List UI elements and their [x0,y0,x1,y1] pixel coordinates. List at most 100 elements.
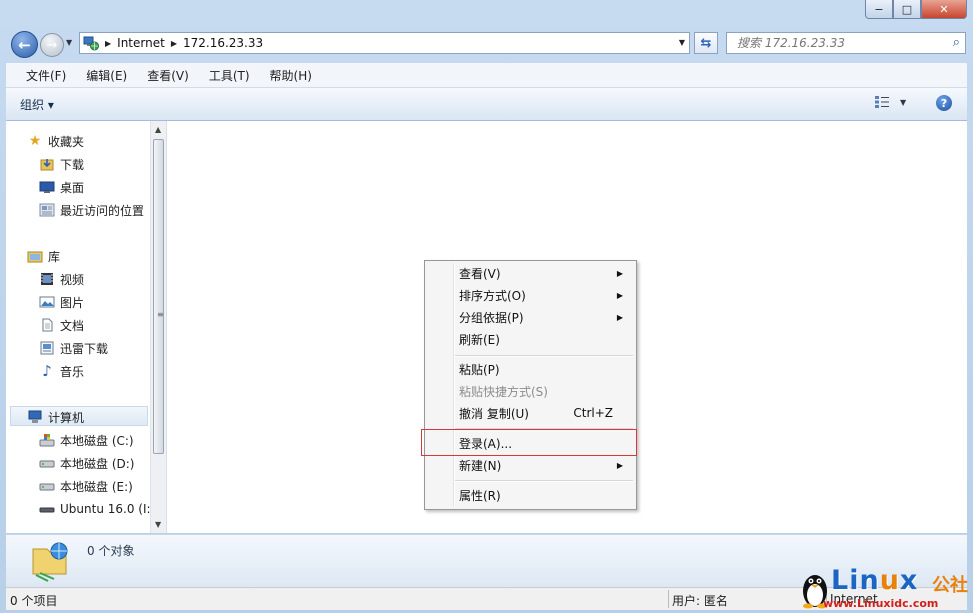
sidebar-item-label: 本地磁盘 (C:) [60,433,134,448]
sidebar-item-label: 迅雷下载 [60,341,109,356]
refresh-button[interactable]: ⇆ [694,32,718,54]
libraries-icon [27,248,43,264]
sidebar-item-recent-places[interactable]: 最近访问的位置 [39,200,144,220]
sidebar-group-favorites[interactable]: ★ 收藏夹 [27,131,84,151]
search-box[interactable]: ⌕ [726,32,966,54]
submenu-arrow-icon: ▶ [616,460,623,470]
sidebar-group-libraries[interactable]: 库 [27,246,60,266]
downloads-folder-icon [39,156,55,172]
organize-button[interactable]: 组织 ▾ [20,96,54,113]
sidebar-item-downloads[interactable]: 下载 [39,154,84,174]
hard-drive-icon [39,455,55,471]
menu-item-paste[interactable]: 粘贴(P) [459,359,631,379]
menu-tools[interactable]: 工具(T) [203,67,256,84]
menu-item-paste-shortcut: 粘贴快捷方式(S) [459,381,631,401]
pictures-icon [39,294,55,310]
navigation-bar: ← → ▼ ▶ Internet ▶ 172.16.23.33 ▼ ⇆ ⌕ [0,28,973,60]
menu-item-new[interactable]: 新建(N) ▶ [459,455,631,475]
forward-button[interactable]: → [40,33,64,57]
maximize-button[interactable]: □ [893,0,921,19]
menu-edit[interactable]: 编辑(E) [80,67,133,84]
sidebar-item-thunder-downloads[interactable]: 迅雷下载 [39,338,108,358]
sidebar-item-label: 本地磁盘 (D:) [60,456,135,471]
menu-item-label: 粘贴(P) [459,362,500,377]
address-dropdown-icon[interactable]: ▼ [679,38,685,47]
menu-item-label: 撤消 复制(U) [459,406,529,421]
view-options-icon[interactable] [874,95,890,109]
menu-gutter [453,263,455,507]
address-bar[interactable]: ▶ Internet ▶ 172.16.23.33 ▼ [79,32,690,54]
grip-icon: ≡ [157,310,164,319]
sidebar-item-label: 桌面 [60,180,85,195]
menu-item-refresh[interactable]: 刷新(E) [459,329,631,349]
menu-item-sort-by[interactable]: 排序方式(O) ▶ [459,285,631,305]
watermark-url: www.Linuxidc.com [823,597,939,610]
navigation-pane: ★ 收藏夹 下载 桌面 最近访问的位置 库 视频 图片 文档 迅雷下载 ♪ 音乐… [6,121,167,533]
sidebar-group-computer[interactable]: 计算机 [27,407,84,427]
sidebar-item-label: 音乐 [60,364,85,379]
menu-bar: 文件(F) 编辑(E) 查看(V) 工具(T) 帮助(H) [6,63,967,88]
scrollbar-thumb[interactable]: ≡ [153,139,164,454]
minimize-button[interactable]: − [865,0,893,19]
menu-item-group-by[interactable]: 分组依据(P) ▶ [459,307,631,327]
login-highlight-box [421,429,637,456]
back-button[interactable]: ← [11,31,38,58]
removable-drive-icon [39,501,55,517]
menu-item-label: 查看(V) [459,266,501,281]
menu-item-label: 刷新(E) [459,332,500,347]
scroll-down-icon[interactable]: ▼ [155,520,161,529]
recent-pages-dropdown-icon[interactable]: ▼ [66,38,72,47]
sidebar-item-desktop[interactable]: 桌面 [39,177,84,197]
breadcrumb-internet[interactable]: Internet [117,36,165,50]
menu-item-undo-copy[interactable]: 撤消 复制(U) Ctrl+Z [459,403,631,423]
sidebar-item-documents[interactable]: 文档 [39,315,84,335]
sidebar-item-drive-e[interactable]: 本地磁盘 (E:) [39,476,133,496]
breadcrumb-separator-icon[interactable]: ▶ [171,39,177,48]
caption-buttons: − □ ✕ [865,0,967,19]
view-dropdown-icon[interactable]: ▼ [900,98,906,107]
submenu-arrow-icon: ▶ [616,312,623,322]
menu-item-label: 排序方式(O) [459,288,526,303]
submenu-arrow-icon: ▶ [616,290,623,300]
status-divider [668,590,669,608]
search-input[interactable] [735,35,947,51]
menu-item-view[interactable]: 查看(V) ▶ [459,263,631,283]
status-item-count: 0 个项目 [10,594,58,608]
close-button[interactable]: ✕ [921,0,967,19]
sidebar-item-drive-c[interactable]: 本地磁盘 (C:) [39,430,134,450]
sidebar-item-label: 最近访问的位置 [60,203,145,218]
help-button[interactable]: ? [936,95,952,111]
sidebar-item-label: Ubuntu 16.0 (I:) [60,502,156,516]
menu-item-label: 粘贴快捷方式(S) [459,384,548,399]
sidebar-group-label: 库 [48,249,61,264]
sidebar-item-pictures[interactable]: 图片 [39,292,84,312]
breadcrumb-separator-icon[interactable]: ▶ [105,39,111,48]
menu-item-label: 新建(N) [459,458,502,473]
menu-separator [455,355,633,357]
star-icon: ★ [28,133,42,149]
menu-file[interactable]: 文件(F) [20,67,72,84]
thunder-downloads-icon [39,340,55,356]
recent-places-icon [39,202,55,218]
menu-item-label: 分组依据(P) [459,310,524,325]
sidebar-item-videos[interactable]: 视频 [39,269,84,289]
submenu-arrow-icon: ▶ [616,268,623,278]
menu-help[interactable]: 帮助(H) [264,67,318,84]
sidebar-item-label: 图片 [60,295,85,310]
computer-icon [27,409,43,425]
sidebar-item-drive-d[interactable]: 本地磁盘 (D:) [39,453,134,473]
search-icon[interactable]: ⌕ [953,35,960,50]
breadcrumb-host[interactable]: 172.16.23.33 [183,36,263,50]
sidebar-item-music[interactable]: ♪ 音乐 [39,361,84,381]
watermark-brand: Linux [831,565,919,596]
menu-item-properties[interactable]: 属性(R) [459,485,631,505]
documents-icon [39,317,55,333]
navigation-pane-scrollbar[interactable]: ▲ ≡ ▼ [150,121,166,533]
network-icon [83,36,99,51]
menu-view[interactable]: 查看(V) [141,67,195,84]
sidebar-item-drive-i[interactable]: Ubuntu 16.0 (I:) [39,499,155,519]
menu-item-label: 属性(R) [459,488,501,503]
scroll-up-icon[interactable]: ▲ [155,125,161,134]
desktop-icon [39,179,55,195]
menu-item-shortcut: Ctrl+Z [573,406,613,420]
